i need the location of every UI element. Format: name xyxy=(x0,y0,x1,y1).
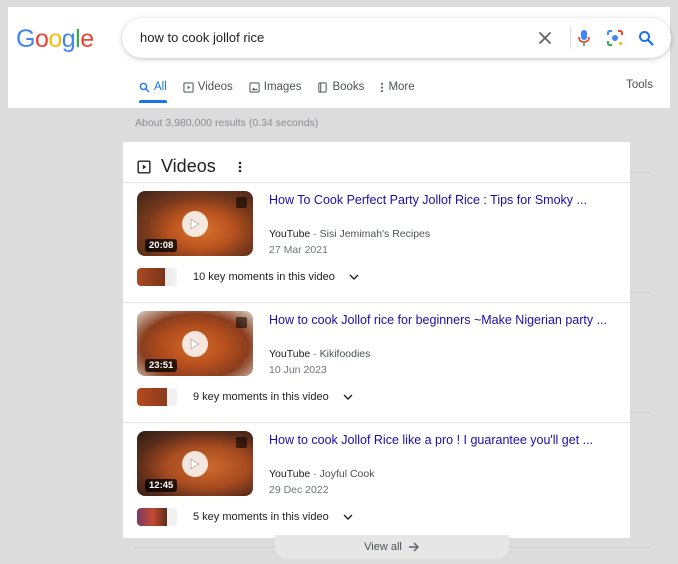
play-icon[interactable] xyxy=(182,211,208,237)
key-moments-thumbnail xyxy=(137,268,177,286)
videos-header: Videos xyxy=(137,156,242,177)
divider xyxy=(123,422,630,423)
key-moments-thumbnail xyxy=(137,388,177,406)
channel-name: Sisi Jemimah's Recipes xyxy=(319,228,431,240)
play-icon[interactable] xyxy=(182,331,208,357)
source-name: YouTube xyxy=(269,468,311,480)
video-source: YouTube · Sisi Jemimah's Recipes xyxy=(269,228,431,240)
key-moments-label: 5 key moments in this video xyxy=(193,511,329,523)
tab-all[interactable]: All xyxy=(139,78,167,103)
logo-letter: o xyxy=(48,25,62,53)
video-thumbnail[interactable]: 20:08 xyxy=(137,191,253,256)
logo-letter: e xyxy=(80,25,94,53)
view-all-button[interactable]: View all xyxy=(275,535,509,559)
video-result[interactable]: 12:45 How to cook Jollof Rice like a pro… xyxy=(123,422,630,542)
video-thumbnail[interactable]: 23:51 xyxy=(137,311,253,376)
page: Google how to cook jollof rice All Video… xyxy=(0,0,678,564)
channel-name: Kikifoodies xyxy=(319,348,371,360)
result-stats: About 3,980,000 results (0.34 seconds) xyxy=(135,117,319,129)
key-moments-thumbnail xyxy=(137,508,177,526)
divider xyxy=(630,292,650,293)
expand-icon xyxy=(236,437,247,448)
key-moments-label: 10 key moments in this video xyxy=(193,271,335,283)
divider xyxy=(123,302,630,303)
source-name: YouTube xyxy=(269,228,311,240)
search-header: Google how to cook jollof rice All Video… xyxy=(8,7,671,108)
video-date: 10 Jun 2023 xyxy=(269,364,327,376)
tab-label: Books xyxy=(332,81,365,93)
channel-name: Joyful Cook xyxy=(319,468,375,480)
divider xyxy=(630,172,650,173)
video-date: 29 Dec 2022 xyxy=(269,484,329,496)
more-options-icon[interactable] xyxy=(238,161,242,173)
videos-section: Videos 20:08 How To Cook Perfect Party J… xyxy=(123,142,630,538)
video-duration: 23:51 xyxy=(145,359,178,372)
divider xyxy=(509,547,650,548)
video-duration: 20:08 xyxy=(145,239,178,252)
video-title-link[interactable]: How to cook Jollof rice for beginners ~M… xyxy=(269,313,619,327)
view-all-label: View all xyxy=(364,541,402,553)
microphone-icon[interactable] xyxy=(574,28,594,48)
play-icon[interactable] xyxy=(182,451,208,477)
search-icon[interactable] xyxy=(636,28,656,48)
logo-letter: g xyxy=(61,25,76,53)
tab-label: Videos xyxy=(197,81,233,93)
divider xyxy=(570,27,571,49)
search-tabs: All Videos Images Books More xyxy=(139,78,431,104)
expand-icon xyxy=(236,317,247,328)
video-source: YouTube · Kikifoodies xyxy=(269,348,371,360)
image-icon xyxy=(249,81,260,93)
tools-button[interactable]: Tools xyxy=(626,79,653,91)
tab-books[interactable]: Books xyxy=(317,78,364,96)
video-title-link[interactable]: How to cook Jollof Rice like a pro ! I g… xyxy=(269,433,619,447)
divider xyxy=(630,412,650,413)
search-icon xyxy=(139,82,150,92)
more-vertical-icon xyxy=(381,82,384,92)
video-title-link[interactable]: How To Cook Perfect Party Jollof Rice : … xyxy=(269,193,619,207)
divider xyxy=(135,547,275,548)
clear-icon[interactable] xyxy=(535,28,555,48)
key-moments-toggle[interactable]: 10 key moments in this video xyxy=(137,268,359,286)
lens-icon[interactable] xyxy=(605,28,625,48)
tab-label: All xyxy=(154,81,167,93)
chevron-down-icon xyxy=(349,274,359,280)
divider xyxy=(123,182,630,183)
source-name: YouTube xyxy=(269,348,311,360)
tab-label: Images xyxy=(263,81,302,93)
google-logo[interactable]: Google xyxy=(16,25,94,54)
logo-letter: o xyxy=(34,25,49,53)
section-title: Videos xyxy=(161,156,216,176)
tab-images[interactable]: Images xyxy=(249,78,302,96)
tab-more[interactable]: More xyxy=(380,78,415,96)
video-source: YouTube · Joyful Cook xyxy=(269,468,375,480)
logo-letter: G xyxy=(16,25,35,53)
video-date: 27 Mar 2021 xyxy=(269,244,328,256)
video-duration: 12:45 xyxy=(145,479,178,492)
chevron-down-icon xyxy=(343,394,353,400)
tab-videos[interactable]: Videos xyxy=(183,78,233,96)
arrow-right-icon xyxy=(408,542,419,552)
search-input[interactable]: how to cook jollof rice xyxy=(140,30,264,45)
book-icon xyxy=(318,81,328,93)
video-thumbnail[interactable]: 12:45 xyxy=(137,431,253,496)
video-result[interactable]: 20:08 How To Cook Perfect Party Jollof R… xyxy=(123,182,630,302)
tab-label: More xyxy=(388,81,415,93)
key-moments-label: 9 key moments in this video xyxy=(193,391,329,403)
key-moments-toggle[interactable]: 5 key moments in this video xyxy=(137,508,353,526)
expand-icon xyxy=(236,197,247,208)
video-icon xyxy=(137,159,151,174)
key-moments-toggle[interactable]: 9 key moments in this video xyxy=(137,388,353,406)
search-box[interactable]: how to cook jollof rice xyxy=(122,18,671,58)
video-icon xyxy=(183,81,194,93)
chevron-down-icon xyxy=(343,514,353,520)
video-result[interactable]: 23:51 How to cook Jollof rice for beginn… xyxy=(123,302,630,422)
